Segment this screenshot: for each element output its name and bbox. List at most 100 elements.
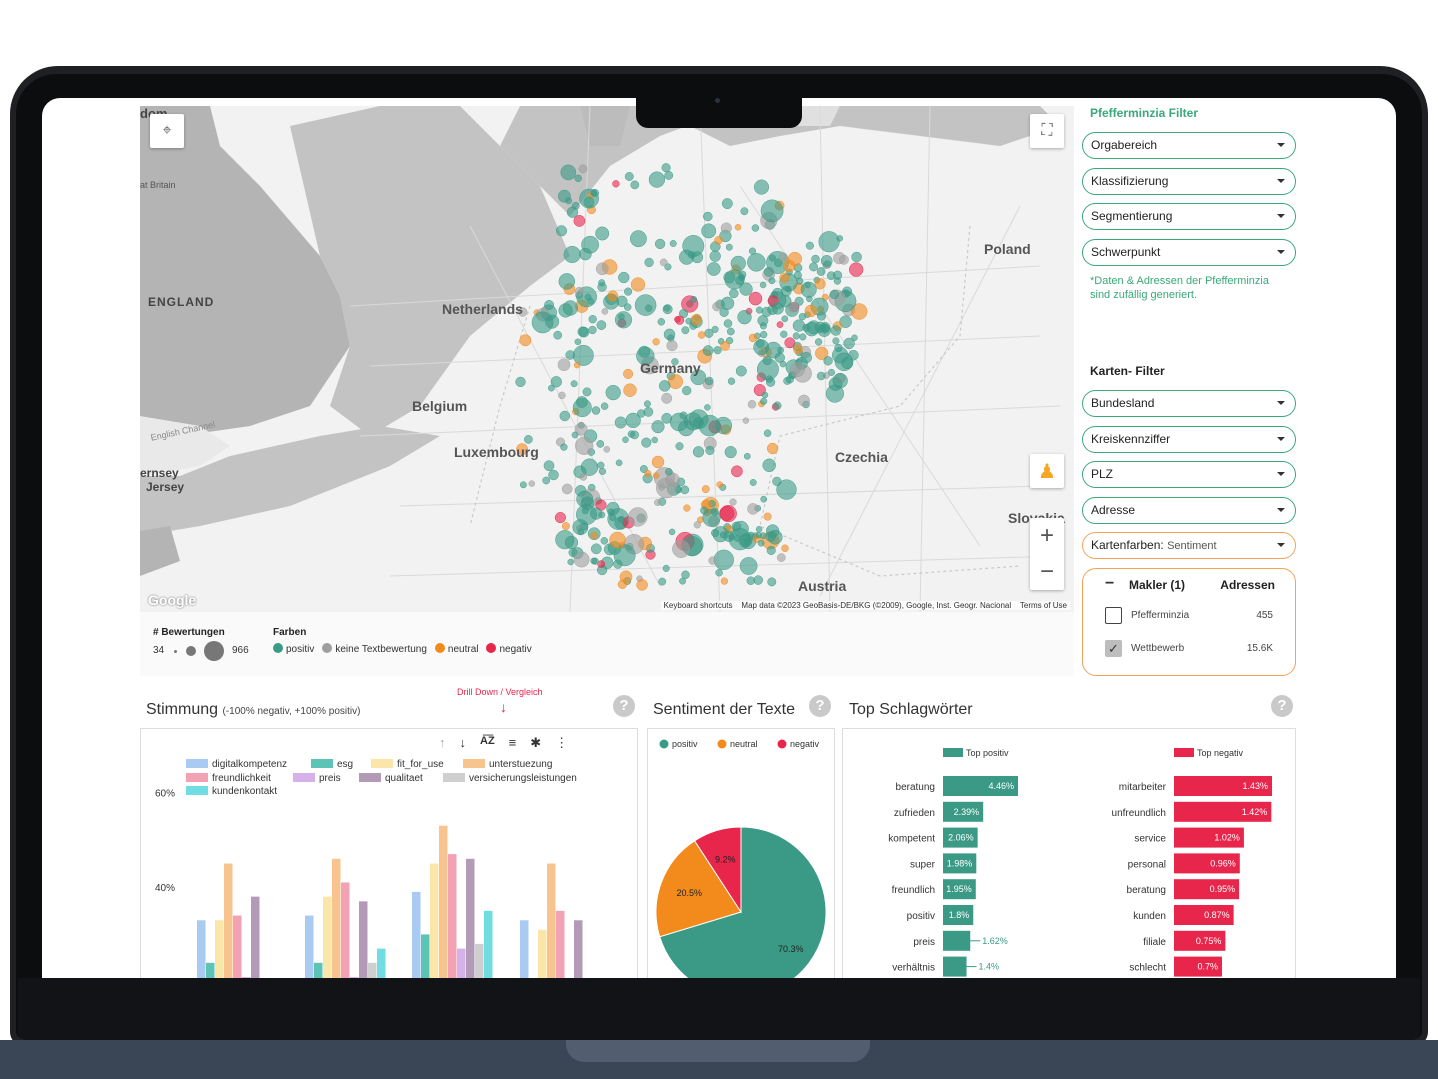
map-marker[interactable] bbox=[760, 330, 768, 339]
stimmung-bar[interactable] bbox=[305, 915, 314, 978]
map-marker[interactable] bbox=[765, 375, 774, 383]
map-marker[interactable] bbox=[574, 338, 582, 346]
map-marker[interactable] bbox=[748, 333, 758, 343]
map-marker[interactable] bbox=[760, 199, 784, 223]
stimmung-bar[interactable] bbox=[233, 915, 242, 978]
map-marker[interactable] bbox=[809, 262, 818, 272]
map-marker[interactable] bbox=[571, 431, 579, 439]
map-marker[interactable] bbox=[630, 277, 646, 292]
map-marker[interactable] bbox=[524, 435, 533, 444]
map-marker[interactable] bbox=[590, 507, 603, 520]
map-marker[interactable] bbox=[654, 499, 661, 506]
map-marker[interactable] bbox=[702, 508, 721, 527]
map-marker[interactable] bbox=[548, 384, 555, 392]
map-marker[interactable] bbox=[708, 556, 717, 565]
map-marker[interactable] bbox=[588, 325, 597, 335]
help-icon-sentiment[interactable]: ? bbox=[809, 695, 831, 717]
map-marker[interactable] bbox=[748, 291, 763, 306]
map-marker[interactable] bbox=[811, 254, 820, 264]
map-marker[interactable] bbox=[600, 537, 609, 545]
map-marker[interactable] bbox=[759, 281, 767, 289]
map-marker[interactable] bbox=[733, 534, 741, 542]
map-marker[interactable] bbox=[561, 483, 573, 495]
map-marker[interactable] bbox=[664, 170, 674, 180]
map-marker[interactable] bbox=[630, 430, 639, 440]
map-marker[interactable] bbox=[771, 302, 784, 315]
dropdown-plz[interactable]: PLZ bbox=[1082, 461, 1296, 488]
map-marker[interactable] bbox=[651, 420, 665, 434]
map-marker[interactable] bbox=[723, 319, 733, 328]
map-marker[interactable] bbox=[760, 495, 768, 503]
map-marker[interactable] bbox=[804, 321, 819, 337]
map-marker[interactable] bbox=[666, 340, 678, 352]
zoom-out-icon[interactable]: − bbox=[1040, 560, 1054, 584]
map-marker[interactable] bbox=[572, 519, 589, 536]
map-marker[interactable] bbox=[851, 334, 858, 342]
map-marker[interactable] bbox=[554, 512, 566, 524]
map-marker[interactable] bbox=[832, 337, 840, 345]
map-marker[interactable] bbox=[623, 368, 634, 379]
dropdown-kreiskennziffer[interactable]: Kreiskennziffer bbox=[1082, 426, 1296, 453]
map-marker[interactable] bbox=[776, 553, 786, 562]
map-marker[interactable] bbox=[644, 257, 654, 268]
map-marker[interactable] bbox=[715, 568, 723, 577]
dropdown-klassifizierung[interactable]: Klassifizierung bbox=[1082, 168, 1296, 195]
spark-icon[interactable]: ✱ bbox=[530, 735, 541, 751]
map-marker[interactable] bbox=[659, 258, 668, 267]
map-marker[interactable] bbox=[690, 314, 703, 326]
map-marker[interactable] bbox=[737, 310, 752, 325]
map-marker[interactable] bbox=[605, 384, 621, 401]
map-marker[interactable] bbox=[651, 436, 658, 444]
map-marker[interactable] bbox=[564, 535, 579, 550]
map-marker[interactable] bbox=[712, 302, 722, 312]
map-marker[interactable] bbox=[657, 318, 666, 326]
map-marker[interactable] bbox=[692, 446, 705, 458]
stimmung-bar[interactable] bbox=[538, 929, 547, 978]
map-marker[interactable] bbox=[697, 331, 706, 339]
map-marker[interactable] bbox=[643, 400, 651, 408]
map-marker[interactable] bbox=[773, 401, 782, 410]
map-marker[interactable] bbox=[637, 409, 646, 418]
map-marker[interactable] bbox=[731, 465, 743, 478]
map-marker[interactable] bbox=[652, 338, 660, 346]
map-marker[interactable] bbox=[648, 171, 666, 188]
map-marker[interactable] bbox=[598, 467, 607, 475]
map-marker[interactable] bbox=[704, 376, 714, 386]
map-marker[interactable] bbox=[702, 345, 714, 356]
map-marker[interactable] bbox=[630, 180, 640, 190]
map-marker[interactable] bbox=[618, 271, 630, 284]
map-marker[interactable] bbox=[779, 272, 790, 283]
dropdown-kartenfarben[interactable]: Kartenfarben: Sentiment bbox=[1082, 532, 1296, 559]
map-marker[interactable] bbox=[711, 528, 720, 537]
map-marker[interactable] bbox=[726, 327, 735, 336]
stimmung-bar[interactable] bbox=[332, 858, 341, 978]
map-marker[interactable] bbox=[820, 255, 833, 267]
map-marker[interactable] bbox=[578, 164, 588, 174]
map-marker[interactable] bbox=[661, 163, 671, 173]
map-marker[interactable] bbox=[805, 241, 814, 250]
arrow-up-icon[interactable]: ↑ bbox=[439, 735, 446, 751]
map-marker[interactable] bbox=[798, 394, 810, 407]
map-marker[interactable] bbox=[543, 460, 555, 472]
map-marker[interactable] bbox=[711, 325, 719, 333]
map-marker[interactable] bbox=[590, 189, 598, 197]
map-marker[interactable] bbox=[796, 277, 804, 285]
map-marker[interactable] bbox=[590, 543, 602, 555]
map-marker[interactable] bbox=[742, 417, 750, 424]
map-marker[interactable] bbox=[668, 374, 683, 390]
map-marker[interactable] bbox=[785, 285, 792, 293]
map-marker[interactable] bbox=[780, 330, 788, 338]
map-marker[interactable] bbox=[804, 304, 817, 318]
stimmung-bar[interactable] bbox=[242, 977, 251, 978]
stimmung-bar[interactable] bbox=[323, 896, 332, 978]
map-marker[interactable] bbox=[829, 289, 840, 300]
map-marker[interactable] bbox=[725, 243, 733, 251]
map-marker[interactable] bbox=[582, 387, 592, 397]
map-marker[interactable] bbox=[823, 356, 833, 366]
map-marker[interactable] bbox=[774, 352, 785, 363]
map-marker[interactable] bbox=[600, 402, 609, 410]
map-marker[interactable] bbox=[558, 391, 566, 400]
map-marker[interactable] bbox=[573, 551, 590, 568]
map-marker[interactable] bbox=[545, 314, 560, 329]
stimmung-bar[interactable] bbox=[197, 920, 206, 978]
